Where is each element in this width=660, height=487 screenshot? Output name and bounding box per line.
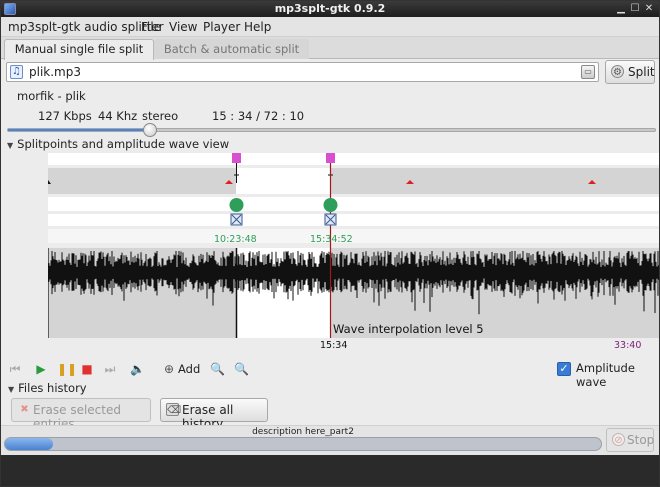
splitpoints-expander[interactable]: ▼ Splitpoints and amplitude wave view bbox=[7, 137, 229, 151]
add-splitpoint-icon[interactable]: ⊕ bbox=[162, 362, 176, 376]
main-window: mp3splt-gtk 0.9.2 ▁ ☐ ✕ mp3splt-gtk audi… bbox=[0, 0, 660, 487]
expander-arrow-icon: ▼ bbox=[7, 141, 14, 150]
amplitude-wave-checkbox[interactable]: ✓ bbox=[557, 362, 571, 376]
next-icon[interactable]: ⏭ bbox=[103, 362, 117, 376]
splitpoints-wave-view[interactable]: 10:23:48 15:34:52 Wave interpolation lev… bbox=[45, 153, 660, 353]
title-bar: mp3splt-gtk 0.9.2 ▁ ☐ ✕ bbox=[1, 1, 659, 17]
music-note-icon: ♫ bbox=[10, 65, 23, 79]
stop-button[interactable]: ⊘ Stop bbox=[606, 428, 654, 452]
previous-icon[interactable]: ⏮ bbox=[8, 362, 22, 376]
file-path-field[interactable]: ♫ plik.mp3 ▭ bbox=[6, 62, 599, 82]
seek-slider-handle[interactable] bbox=[143, 123, 157, 137]
progress-bar bbox=[4, 437, 602, 451]
menu-player[interactable]: Player bbox=[203, 20, 240, 34]
close-icon[interactable]: ✕ bbox=[643, 3, 655, 15]
tab-bar: Manual single file split Batch & automat… bbox=[1, 37, 659, 60]
zoom-out-icon[interactable]: 🔍 bbox=[234, 362, 249, 376]
current-time-label: 15:34 bbox=[320, 340, 348, 351]
files-history-label: Files history bbox=[18, 381, 87, 395]
progress-fill bbox=[5, 438, 53, 450]
pause-icon[interactable]: ❚❚ bbox=[57, 362, 77, 376]
expander-arrow-icon: ▼ bbox=[8, 385, 15, 394]
stop-circle-icon: ⊘ bbox=[612, 433, 625, 446]
tab-manual-split[interactable]: Manual single file split bbox=[4, 39, 154, 60]
tab-batch-split[interactable]: Batch & automatic split bbox=[154, 39, 309, 59]
erase-selected-button[interactable]: ✖ Erase selected entries bbox=[11, 398, 151, 431]
split-button[interactable]: ⚙ Split bbox=[605, 60, 655, 84]
menu-file[interactable]: File bbox=[141, 20, 161, 34]
track-title: morfik - plik bbox=[17, 89, 86, 103]
browse-file-icon[interactable]: ▭ bbox=[581, 65, 595, 79]
menu-help[interactable]: Help bbox=[244, 20, 271, 34]
menu-bar: mp3splt-gtk audio splitter File View Pla… bbox=[1, 17, 659, 37]
add-splitpoint-label[interactable]: Add bbox=[178, 362, 200, 376]
end-time-label: 33:40 bbox=[614, 340, 642, 351]
wave-caption: Wave interpolation level 5 bbox=[333, 322, 484, 336]
stop-button-label: Stop bbox=[627, 433, 655, 447]
window-title: mp3splt-gtk 0.9.2 bbox=[274, 2, 386, 15]
delete-icon: ✖ bbox=[20, 404, 29, 415]
time-display: 15 : 34 / 72 : 10 bbox=[212, 109, 305, 123]
splitpoint-1-time: 10:23:48 bbox=[214, 234, 257, 245]
menu-view[interactable]: View bbox=[169, 20, 197, 34]
erase-all-button[interactable]: ⌫ Erase all history bbox=[160, 398, 268, 431]
frequency: 44 Khz bbox=[98, 109, 138, 123]
minimize-icon[interactable]: ▁ bbox=[615, 3, 627, 15]
progress-description: description here_part2 bbox=[252, 427, 354, 437]
splitpoint-2-time: 15:34:52 bbox=[310, 234, 353, 245]
volume-icon[interactable]: 🔈 bbox=[130, 362, 145, 376]
play-icon[interactable]: ▶ bbox=[34, 362, 48, 376]
seek-slider[interactable] bbox=[7, 128, 656, 132]
desktop-background bbox=[1, 455, 659, 486]
files-history-expander[interactable]: ▼ Files history bbox=[8, 381, 87, 395]
file-name: plik.mp3 bbox=[29, 65, 81, 79]
bitrate: 127 Kbps bbox=[38, 109, 92, 123]
splitpoints-expander-label: Splitpoints and amplitude wave view bbox=[17, 137, 230, 151]
zoom-in-icon[interactable]: 🔍 bbox=[210, 362, 225, 376]
split-button-label: Split bbox=[628, 65, 655, 79]
maximize-icon[interactable]: ☐ bbox=[629, 3, 641, 15]
amplitude-wave-label[interactable]: Amplitude wave bbox=[576, 361, 659, 389]
channel-mode: stereo bbox=[142, 109, 179, 123]
stop-icon[interactable]: ■ bbox=[80, 362, 94, 376]
clear-icon: ⌫ bbox=[166, 403, 182, 416]
seek-slider-fill bbox=[8, 129, 150, 131]
gear-icon: ⚙ bbox=[611, 65, 624, 78]
